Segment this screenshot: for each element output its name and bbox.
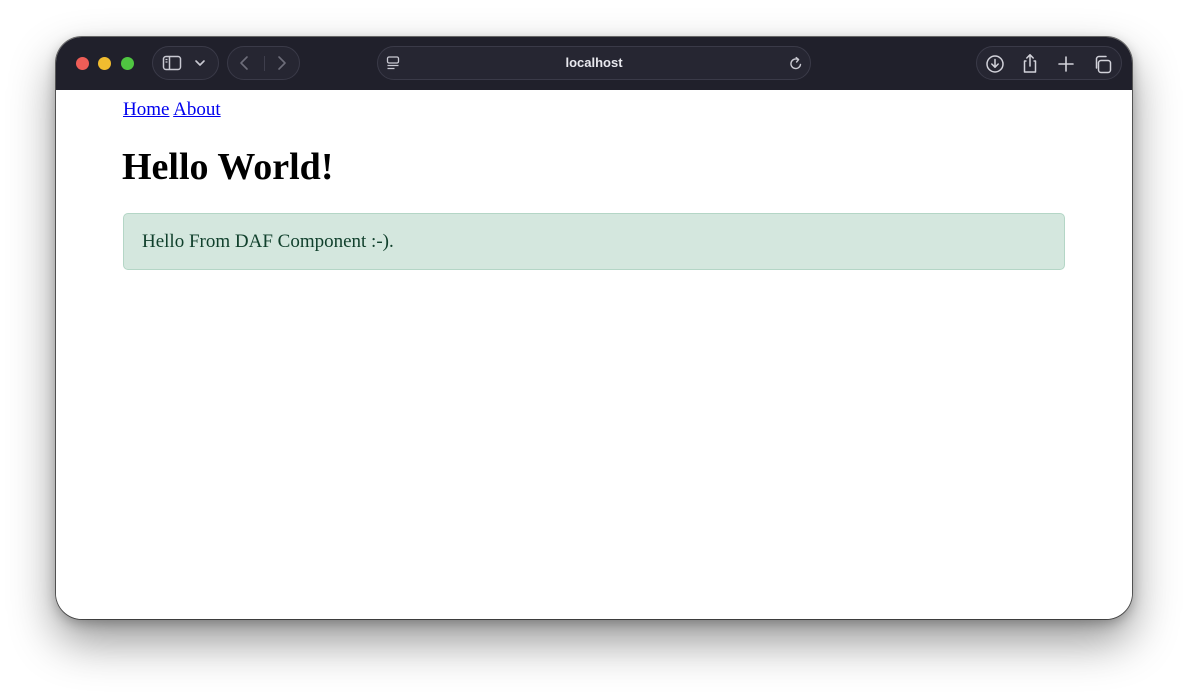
page-content: Home About Hello World! Hello From DAF C… (56, 90, 1132, 619)
browser-window: localhost Home About Hello World! Hello … (56, 37, 1132, 619)
reload-icon[interactable] (789, 56, 803, 71)
toolbar-actions (976, 46, 1122, 80)
nav-link-about[interactable]: About (173, 99, 221, 120)
maximize-window-button[interactable] (121, 57, 134, 70)
download-icon[interactable] (985, 54, 1005, 74)
nav-link-home[interactable]: Home (123, 99, 169, 120)
chevron-left-icon[interactable] (238, 55, 252, 71)
page-title: Hello World! (122, 146, 334, 188)
address-text[interactable]: localhost (378, 47, 810, 79)
minimize-window-button[interactable] (98, 57, 111, 70)
browser-toolbar: localhost (56, 37, 1132, 90)
chevron-down-icon[interactable] (194, 58, 206, 68)
component-message-alert: Hello From DAF Component :-). (123, 213, 1065, 270)
top-navigation: Home About (123, 99, 221, 121)
sidebar-icon[interactable] (162, 55, 182, 71)
close-window-button[interactable] (76, 57, 89, 70)
plus-icon[interactable] (1057, 55, 1075, 73)
chevron-right-icon[interactable] (274, 55, 288, 71)
address-bar[interactable]: localhost (377, 46, 811, 80)
sidebar-toggle-group (152, 46, 219, 80)
share-icon[interactable] (1020, 53, 1040, 74)
tabs-icon[interactable] (1093, 55, 1112, 74)
nav-divider (264, 56, 265, 71)
navigation-group (227, 46, 300, 80)
